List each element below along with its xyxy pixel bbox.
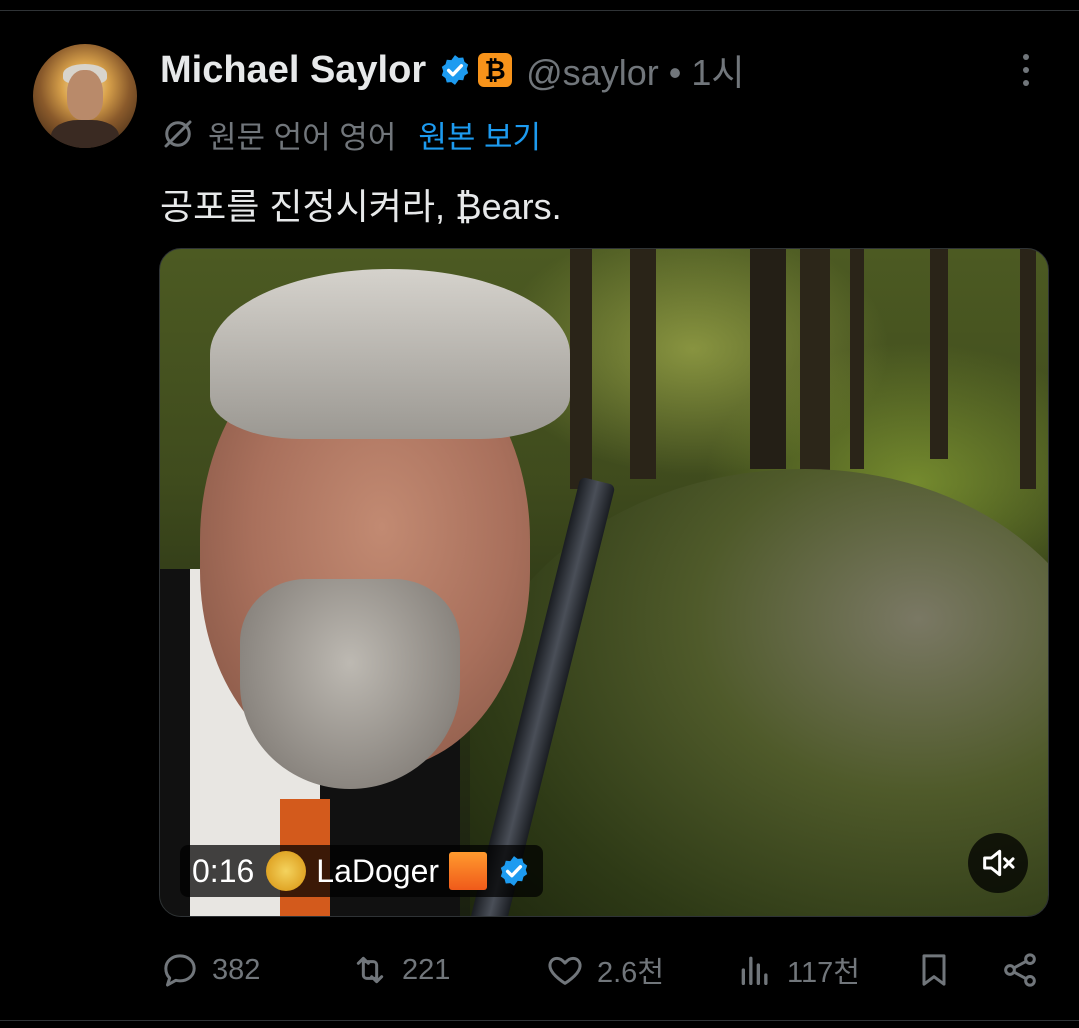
translation-row: 원문 언어 영어 원본 보기 bbox=[160, 112, 541, 156]
bookmark-icon bbox=[922, 954, 946, 986]
post-time[interactable]: 1시 bbox=[691, 52, 744, 93]
reply-button[interactable]: 382 bbox=[160, 944, 260, 996]
share-button[interactable] bbox=[1000, 944, 1040, 996]
tree-trunk bbox=[750, 249, 786, 469]
avatar[interactable] bbox=[33, 44, 137, 148]
video-player[interactable]: 0:16 LaDoger bbox=[159, 248, 1049, 917]
views-button[interactable]: 117천 bbox=[735, 944, 860, 996]
author-handle[interactable]: @saylor • 1시 bbox=[526, 44, 744, 96]
post-header: Michael Saylor ₿ @saylor • 1시 bbox=[160, 48, 745, 94]
views-icon bbox=[741, 956, 768, 985]
tree-trunk bbox=[800, 249, 830, 479]
orange-square-icon bbox=[449, 852, 488, 890]
share-icon bbox=[1004, 953, 1036, 987]
tree-trunk bbox=[1020, 249, 1036, 489]
uploader-avatar bbox=[266, 851, 307, 891]
repost-count: 221 bbox=[402, 953, 451, 986]
video-uploader[interactable]: LaDoger bbox=[316, 853, 439, 890]
more-icon[interactable] bbox=[1016, 54, 1036, 90]
reply-count: 382 bbox=[212, 953, 261, 986]
top-divider bbox=[0, 10, 1079, 11]
like-button[interactable]: 2.6천 bbox=[545, 944, 664, 996]
mute-icon bbox=[983, 849, 1015, 877]
tree-trunk bbox=[570, 249, 592, 489]
avatar-body bbox=[51, 120, 119, 148]
tree-trunk bbox=[630, 249, 656, 479]
like-icon bbox=[548, 956, 582, 985]
handle-text: @saylor bbox=[526, 52, 659, 93]
mute-button[interactable] bbox=[968, 833, 1028, 893]
verified-badge-icon bbox=[500, 856, 528, 886]
avatar-face bbox=[67, 70, 103, 120]
views-count: 117천 bbox=[787, 957, 860, 989]
person-hair bbox=[210, 269, 570, 439]
translate-icon bbox=[164, 120, 192, 148]
post-text: 공포를 진정시켜라, ₿ears. bbox=[160, 186, 562, 227]
tree-trunk bbox=[850, 249, 864, 469]
action-bar: 382 221 2.6천 117천 bbox=[160, 944, 1044, 996]
person-beard bbox=[240, 579, 460, 789]
bitcoin-icon: ₿ bbox=[478, 53, 513, 87]
video-timestamp: 0:16 bbox=[192, 852, 255, 889]
handle-separator: • bbox=[668, 52, 682, 93]
tree-trunk bbox=[930, 249, 948, 459]
video-info-overlay: 0:16 LaDoger bbox=[180, 845, 544, 897]
bottom-divider bbox=[0, 1020, 1079, 1021]
author-name[interactable]: Michael Saylor bbox=[160, 49, 426, 92]
bookmark-button[interactable] bbox=[914, 944, 954, 996]
repost-button[interactable]: 221 bbox=[350, 944, 450, 996]
verified-badge-icon bbox=[441, 55, 469, 85]
show-original-link[interactable]: 원본 보기 bbox=[418, 112, 541, 157]
reply-icon bbox=[164, 954, 196, 987]
translation-note: 원문 언어 영어 bbox=[208, 119, 397, 155]
repost-icon bbox=[356, 956, 384, 984]
like-count: 2.6천 bbox=[597, 957, 664, 989]
